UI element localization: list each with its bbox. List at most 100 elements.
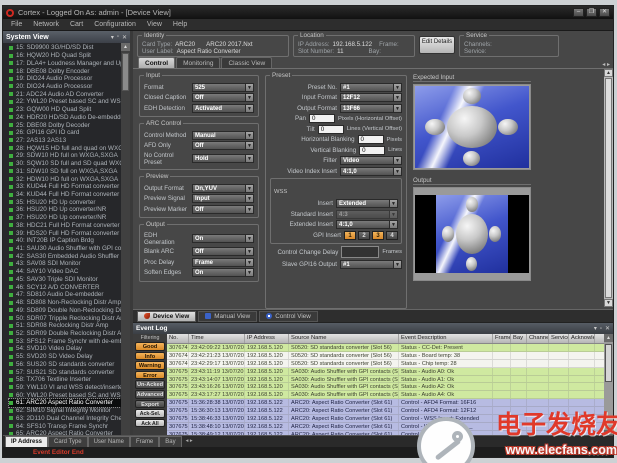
combo-input-format[interactable]: 12F12▼ — [340, 93, 402, 102]
combo-insert[interactable]: Extended▼ — [336, 199, 398, 208]
table-row[interactable]: 307675515:36:30:13 13/07/2010192.168.5.1… — [167, 407, 604, 415]
tree-item-25[interactable]: 25: DBE08 Dolby Decoder — [9, 121, 121, 129]
tree-item-20[interactable]: 20: DIO24 Audio Processor — [9, 83, 121, 91]
float-icon[interactable]: ▫ — [600, 326, 602, 332]
filter-button-warning[interactable]: Warning — [135, 361, 165, 370]
pin-icon[interactable]: ▾ — [111, 34, 114, 41]
combo-afd-only[interactable]: Off▼ — [192, 141, 254, 150]
chevron-down-icon[interactable]: ▼ — [245, 248, 253, 255]
combo-preview-marker[interactable]: Off▼ — [192, 205, 254, 214]
gpi-button-4[interactable]: 4 — [386, 231, 398, 240]
table-row[interactable]: 307674723:42:09:22 13/07/2010192.168.5.1… — [167, 344, 604, 352]
filter-button-ack-sel-[interactable]: Ack-Sel. — [135, 409, 165, 418]
combo-soften-edges[interactable]: On▼ — [192, 268, 254, 277]
table-row[interactable]: 307675715:38:48:10 13/07/2010192.168.5.1… — [167, 423, 604, 431]
tree-item-17[interactable]: 17: DLA4+ Loudness Manager and Upmixer — [9, 59, 121, 67]
table-row[interactable]: 307675415:36:28:38 13/07/2010192.168.5.1… — [167, 399, 604, 407]
dock-tab-user-name[interactable]: User Name — [88, 436, 130, 447]
table-row[interactable]: 307675323:43:17:27 13/07/2010192.168.5.1… — [167, 391, 604, 399]
chevron-down-icon[interactable]: ▼ — [245, 84, 253, 91]
gpi-button-2[interactable]: 2 — [358, 231, 370, 240]
tree-item-57[interactable]: 57: SUS21 SD standards converter — [9, 368, 121, 376]
tree-item-32[interactable]: 32: HDW10 HD full on WXGA,SXGA — [9, 175, 121, 183]
tree-item-27[interactable]: 27: 2AS13 2AS13 — [9, 137, 121, 145]
tree-item-51[interactable]: 51: SDR08 Reclocking Distr Amp — [9, 322, 121, 330]
tree-item-43[interactable]: 43: SAV08 SDI Monitor — [9, 260, 121, 268]
table-row[interactable]: 307675615:38:46:33 13/07/2010192.168.5.1… — [167, 415, 604, 423]
column-header-frame[interactable]: Frame — [493, 334, 511, 343]
tree-item-54[interactable]: 54: SVD10 Video Delay — [9, 345, 121, 353]
column-header-service[interactable]: Service — [549, 334, 569, 343]
scroll-thumb[interactable] — [605, 78, 612, 298]
chevron-down-icon[interactable]: ▼ — [393, 157, 401, 164]
combo-edh-detection[interactable]: Activated▼ — [192, 104, 254, 113]
tree-item-36[interactable]: 36: HSU20 HD Up converter/NR — [9, 206, 121, 214]
table-row[interactable]: 307675023:43:11:19 13/07/2010192.168.5.1… — [167, 368, 604, 376]
dock-tab-card-type[interactable]: Card Type — [48, 436, 88, 447]
view-tab-device[interactable]: Device View — [137, 311, 196, 322]
table-row[interactable]: 307674823:42:21:23 13/07/2010192.168.5.1… — [167, 352, 604, 360]
tree-item-37[interactable]: 37: HSU20 HD Up converter/NR — [9, 214, 121, 222]
event-log-scrollbar[interactable]: ▲ ▼ — [604, 334, 613, 438]
dock-tab-ip-address[interactable]: IP Address — [5, 436, 48, 447]
combo-filter[interactable]: Video▼ — [340, 156, 402, 165]
tab-scroll-arrows-icon[interactable]: ◂ ▸ — [602, 61, 613, 68]
float-icon[interactable]: ▫ — [117, 34, 119, 40]
combo-preview-signal[interactable]: Input▼ — [192, 194, 254, 203]
tree-item-18[interactable]: 18: DBE08 Dolby Encoder — [9, 67, 121, 75]
column-header-no[interactable]: No. — [167, 334, 189, 343]
chevron-down-icon[interactable]: ▼ — [245, 185, 253, 192]
tree-item-35[interactable]: 35: HSU20 HD Up converter — [9, 198, 121, 206]
form-scrollbar[interactable]: ▲ ▼ — [604, 69, 613, 307]
combo-extended-insert[interactable]: 4:1,0▼ — [336, 220, 398, 229]
tree-item-38[interactable]: 38: HDC21 Full HD Format converter — [9, 222, 121, 230]
tree-item-50[interactable]: 50: SDR07 Tripple Reclocking Distr Amp — [9, 314, 121, 322]
chevron-down-icon[interactable]: ▼ — [245, 206, 253, 213]
chevron-down-icon[interactable]: ▼ — [393, 261, 401, 268]
chevron-down-icon[interactable]: ▼ — [393, 84, 401, 91]
tree-item-16[interactable]: 16: HQW20 HD Quad Split — [9, 52, 121, 60]
tree-item-15[interactable]: 15: SD9900 3G/HD/SD Dist — [9, 44, 121, 52]
tree-item-64[interactable]: 64: SFS10 Transp Frame Synchr — [9, 422, 121, 430]
menu-file[interactable]: File — [11, 21, 22, 28]
close-panel-icon[interactable]: ✕ — [605, 325, 610, 332]
tree-item-53[interactable]: 53: SFS12 Frame Synchr with de-embedder — [9, 337, 121, 345]
combo-edh-generation[interactable]: On▼ — [192, 234, 254, 243]
filter-button-ack-all[interactable]: Ack All — [135, 419, 165, 428]
tree-item-56[interactable]: 56: SUS20 SD standards converter — [9, 360, 121, 368]
tree-item-60[interactable]: 60: YWL20 Preset based SC and WSS insert… — [9, 391, 121, 399]
combo-control-method[interactable]: Manual▼ — [192, 131, 254, 140]
tree-item-63[interactable]: 63: 2D110 Dual Channel Integrity Check — [9, 415, 121, 423]
control-change-delay-input[interactable] — [341, 246, 379, 258]
filter-button-good[interactable]: Good — [135, 342, 165, 351]
column-header-eventdescription[interactable]: Event Description — [399, 334, 493, 343]
dock-tab-bay[interactable]: Bay — [159, 436, 181, 447]
scroll-thumb[interactable] — [605, 344, 612, 382]
combo-proc-delay[interactable]: Frame▼ — [192, 258, 254, 267]
filter-button-export[interactable]: Export — [135, 400, 165, 409]
scroll-down-icon[interactable]: ▼ — [604, 299, 613, 307]
tree-item-48[interactable]: 48: SD808 Non-Reclocking Distr Amp — [9, 299, 121, 307]
gpi-button-3[interactable]: 3 — [372, 231, 384, 240]
combo-preset-no-[interactable]: #1▼ — [340, 83, 402, 92]
input-tilt[interactable]: 0 — [318, 125, 344, 134]
filter-button-info[interactable]: Info — [135, 352, 165, 361]
resize-grip[interactable] — [587, 449, 609, 456]
tree-item-42[interactable]: 42: SAS30 Embedded Audio Shuffler — [9, 252, 121, 260]
close-button[interactable]: ✕ — [599, 8, 610, 17]
combo-no-control-preset[interactable]: Hold▼ — [192, 154, 254, 163]
tab-monitoring[interactable]: Monitoring — [176, 57, 220, 68]
slave-gpi16-combo[interactable]: #1▼ — [340, 260, 402, 269]
chevron-down-icon[interactable]: ▼ — [245, 132, 253, 139]
tab-classic-view[interactable]: Classic View — [221, 57, 272, 68]
tree-scrollbar[interactable]: ▲ — [121, 43, 130, 435]
tree-item-23[interactable]: 23: GQW00 HD Quad Split — [9, 106, 121, 114]
tree-item-46[interactable]: 46: SCY12 A/D CONVERTER — [9, 283, 121, 291]
chevron-down-icon[interactable]: ▼ — [245, 94, 253, 101]
combo-output-format[interactable]: 13F66▼ — [340, 104, 402, 113]
filter-button-un-acked[interactable]: Un-Acked — [135, 380, 165, 389]
tree-item-47[interactable]: 47: SD810 Audio De-embedder — [9, 291, 121, 299]
filter-button-advanced[interactable]: Advanced — [135, 390, 165, 399]
tree-item-52[interactable]: 52: SDR09 Double Reclocking Distr Amp — [9, 330, 121, 338]
tree-item-39[interactable]: 39: HDS20 Full HD Format converter — [9, 229, 121, 237]
